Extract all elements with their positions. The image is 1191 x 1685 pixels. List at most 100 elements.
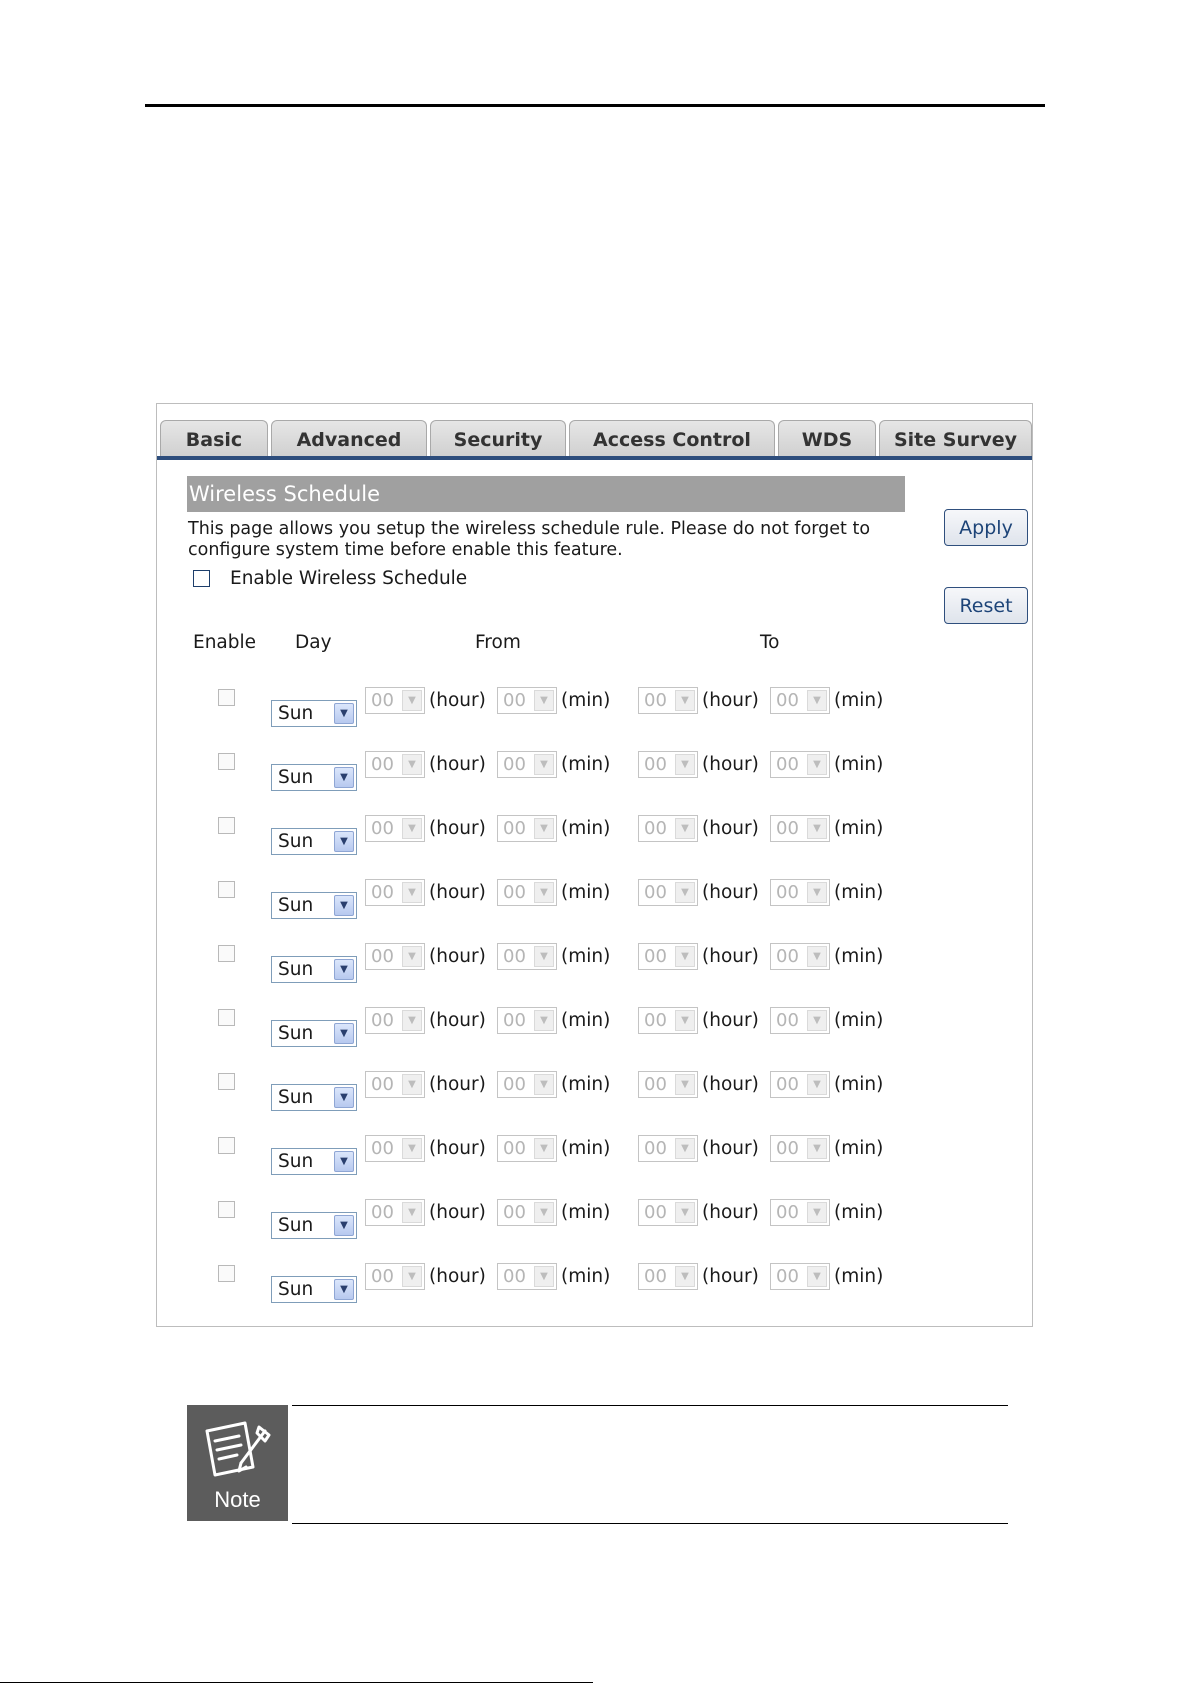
to-min-select[interactable]: 00 ▼ [770,815,830,842]
to-min-select[interactable]: 00 ▼ [770,1071,830,1098]
to-hour-select[interactable]: 00 ▼ [638,1007,698,1034]
min-unit-label: (min) [834,882,884,903]
column-header-from: From [475,632,521,653]
row-enable-checkbox[interactable] [218,1137,235,1154]
to-min-select[interactable]: 00 ▼ [770,1007,830,1034]
row-enable-checkbox[interactable] [218,945,235,962]
day-select[interactable]: Sun ▼ [271,700,357,727]
to-hour-select[interactable]: 00 ▼ [638,751,698,778]
enable-schedule-checkbox[interactable] [193,570,210,587]
enable-schedule-label: Enable Wireless Schedule [230,568,468,589]
min-unit-label: (min) [561,1074,611,1095]
chevron-down-icon: ▼ [402,946,422,967]
to-hour-select[interactable]: 00 ▼ [638,1263,698,1290]
chevron-down-icon: ▼ [675,882,695,903]
from-min-select-value: 00 [503,818,526,839]
from-hour-select-value: 00 [371,1074,394,1095]
from-min-select[interactable]: 00 ▼ [497,687,557,714]
to-min-select[interactable]: 00 ▼ [770,1135,830,1162]
enable-schedule-row: Enable Wireless Schedule [193,568,467,589]
to-hour-select-value: 00 [644,818,667,839]
to-hour-select[interactable]: 00 ▼ [638,1135,698,1162]
to-hour-select[interactable]: 00 ▼ [638,815,698,842]
row-enable-checkbox[interactable] [218,753,235,770]
day-select-value: Sun [278,703,314,724]
day-select[interactable]: Sun ▼ [271,1020,357,1047]
tab-access-control[interactable]: Access Control [569,420,775,458]
from-hour-select[interactable]: 00 ▼ [365,1263,425,1290]
hour-unit-label: (hour) [429,1138,486,1159]
to-hour-select[interactable]: 00 ▼ [638,943,698,970]
tab-site-survey[interactable]: Site Survey [879,420,1032,458]
day-select[interactable]: Sun ▼ [271,956,357,983]
from-min-select-value: 00 [503,946,526,967]
day-select-value: Sun [278,1215,314,1236]
reset-button[interactable]: Reset [944,587,1028,624]
to-min-select[interactable]: 00 ▼ [770,751,830,778]
day-select[interactable]: Sun ▼ [271,828,357,855]
day-select[interactable]: Sun ▼ [271,1276,357,1303]
hour-unit-label: (hour) [702,754,759,775]
to-min-select[interactable]: 00 ▼ [770,879,830,906]
row-enable-checkbox[interactable] [218,689,235,706]
from-hour-select[interactable]: 00 ▼ [365,751,425,778]
from-hour-select[interactable]: 00 ▼ [365,687,425,714]
chevron-down-icon: ▼ [675,754,695,775]
from-min-select[interactable]: 00 ▼ [497,751,557,778]
tab-basic[interactable]: Basic [160,420,268,458]
to-hour-select[interactable]: 00 ▼ [638,879,698,906]
to-min-select[interactable]: 00 ▼ [770,1263,830,1290]
to-hour-select[interactable]: 00 ▼ [638,1199,698,1226]
from-hour-select[interactable]: 00 ▼ [365,815,425,842]
to-min-select[interactable]: 00 ▼ [770,687,830,714]
row-enable-checkbox[interactable] [218,817,235,834]
to-min-select[interactable]: 00 ▼ [770,1199,830,1226]
hour-unit-label: (hour) [429,1010,486,1031]
from-min-select[interactable]: 00 ▼ [497,1199,557,1226]
to-hour-select[interactable]: 00 ▼ [638,687,698,714]
apply-button[interactable]: Apply [944,509,1028,546]
to-hour-select-value: 00 [644,1266,667,1287]
to-hour-select-value: 00 [644,690,667,711]
schedule-row: Sun ▼ 00 ▼ (hour) 00 ▼ (min) 00 ▼ (hour) 00 ▼ (min) [157,1064,1032,1111]
chevron-down-icon: ▼ [534,1074,554,1095]
note-bottom-rule [292,1523,1008,1524]
min-unit-label: (min) [561,882,611,903]
day-select[interactable]: Sun ▼ [271,764,357,791]
tab-wds[interactable]: WDS [778,420,876,458]
from-hour-select[interactable]: 00 ▼ [365,1071,425,1098]
row-enable-checkbox[interactable] [218,1073,235,1090]
row-enable-checkbox[interactable] [218,1265,235,1282]
chevron-down-icon: ▼ [534,818,554,839]
from-hour-select[interactable]: 00 ▼ [365,1007,425,1034]
from-min-select[interactable]: 00 ▼ [497,1007,557,1034]
schedule-row: Sun ▼ 00 ▼ (hour) 00 ▼ (min) 00 ▼ (hour) 00 ▼ (min) [157,680,1032,727]
row-enable-checkbox[interactable] [218,881,235,898]
day-select-value: Sun [278,1087,314,1108]
from-hour-select[interactable]: 00 ▼ [365,1135,425,1162]
tab-advanced[interactable]: Advanced [271,420,427,458]
hour-unit-label: (hour) [429,946,486,967]
from-min-select[interactable]: 00 ▼ [497,1135,557,1162]
day-select-value: Sun [278,1151,314,1172]
from-hour-select[interactable]: 00 ▼ [365,879,425,906]
day-select[interactable]: Sun ▼ [271,1084,357,1111]
from-min-select[interactable]: 00 ▼ [497,879,557,906]
from-min-select[interactable]: 00 ▼ [497,1071,557,1098]
row-enable-checkbox[interactable] [218,1201,235,1218]
hour-unit-label: (hour) [429,690,486,711]
day-select[interactable]: Sun ▼ [271,1148,357,1175]
to-hour-select[interactable]: 00 ▼ [638,1071,698,1098]
chevron-down-icon: ▼ [534,1266,554,1287]
day-select[interactable]: Sun ▼ [271,1212,357,1239]
from-hour-select[interactable]: 00 ▼ [365,943,425,970]
day-select[interactable]: Sun ▼ [271,892,357,919]
from-min-select[interactable]: 00 ▼ [497,815,557,842]
from-min-select[interactable]: 00 ▼ [497,943,557,970]
tab-security[interactable]: Security [430,420,566,458]
day-select-value: Sun [278,1023,314,1044]
from-min-select[interactable]: 00 ▼ [497,1263,557,1290]
row-enable-checkbox[interactable] [218,1009,235,1026]
from-hour-select[interactable]: 00 ▼ [365,1199,425,1226]
to-min-select[interactable]: 00 ▼ [770,943,830,970]
